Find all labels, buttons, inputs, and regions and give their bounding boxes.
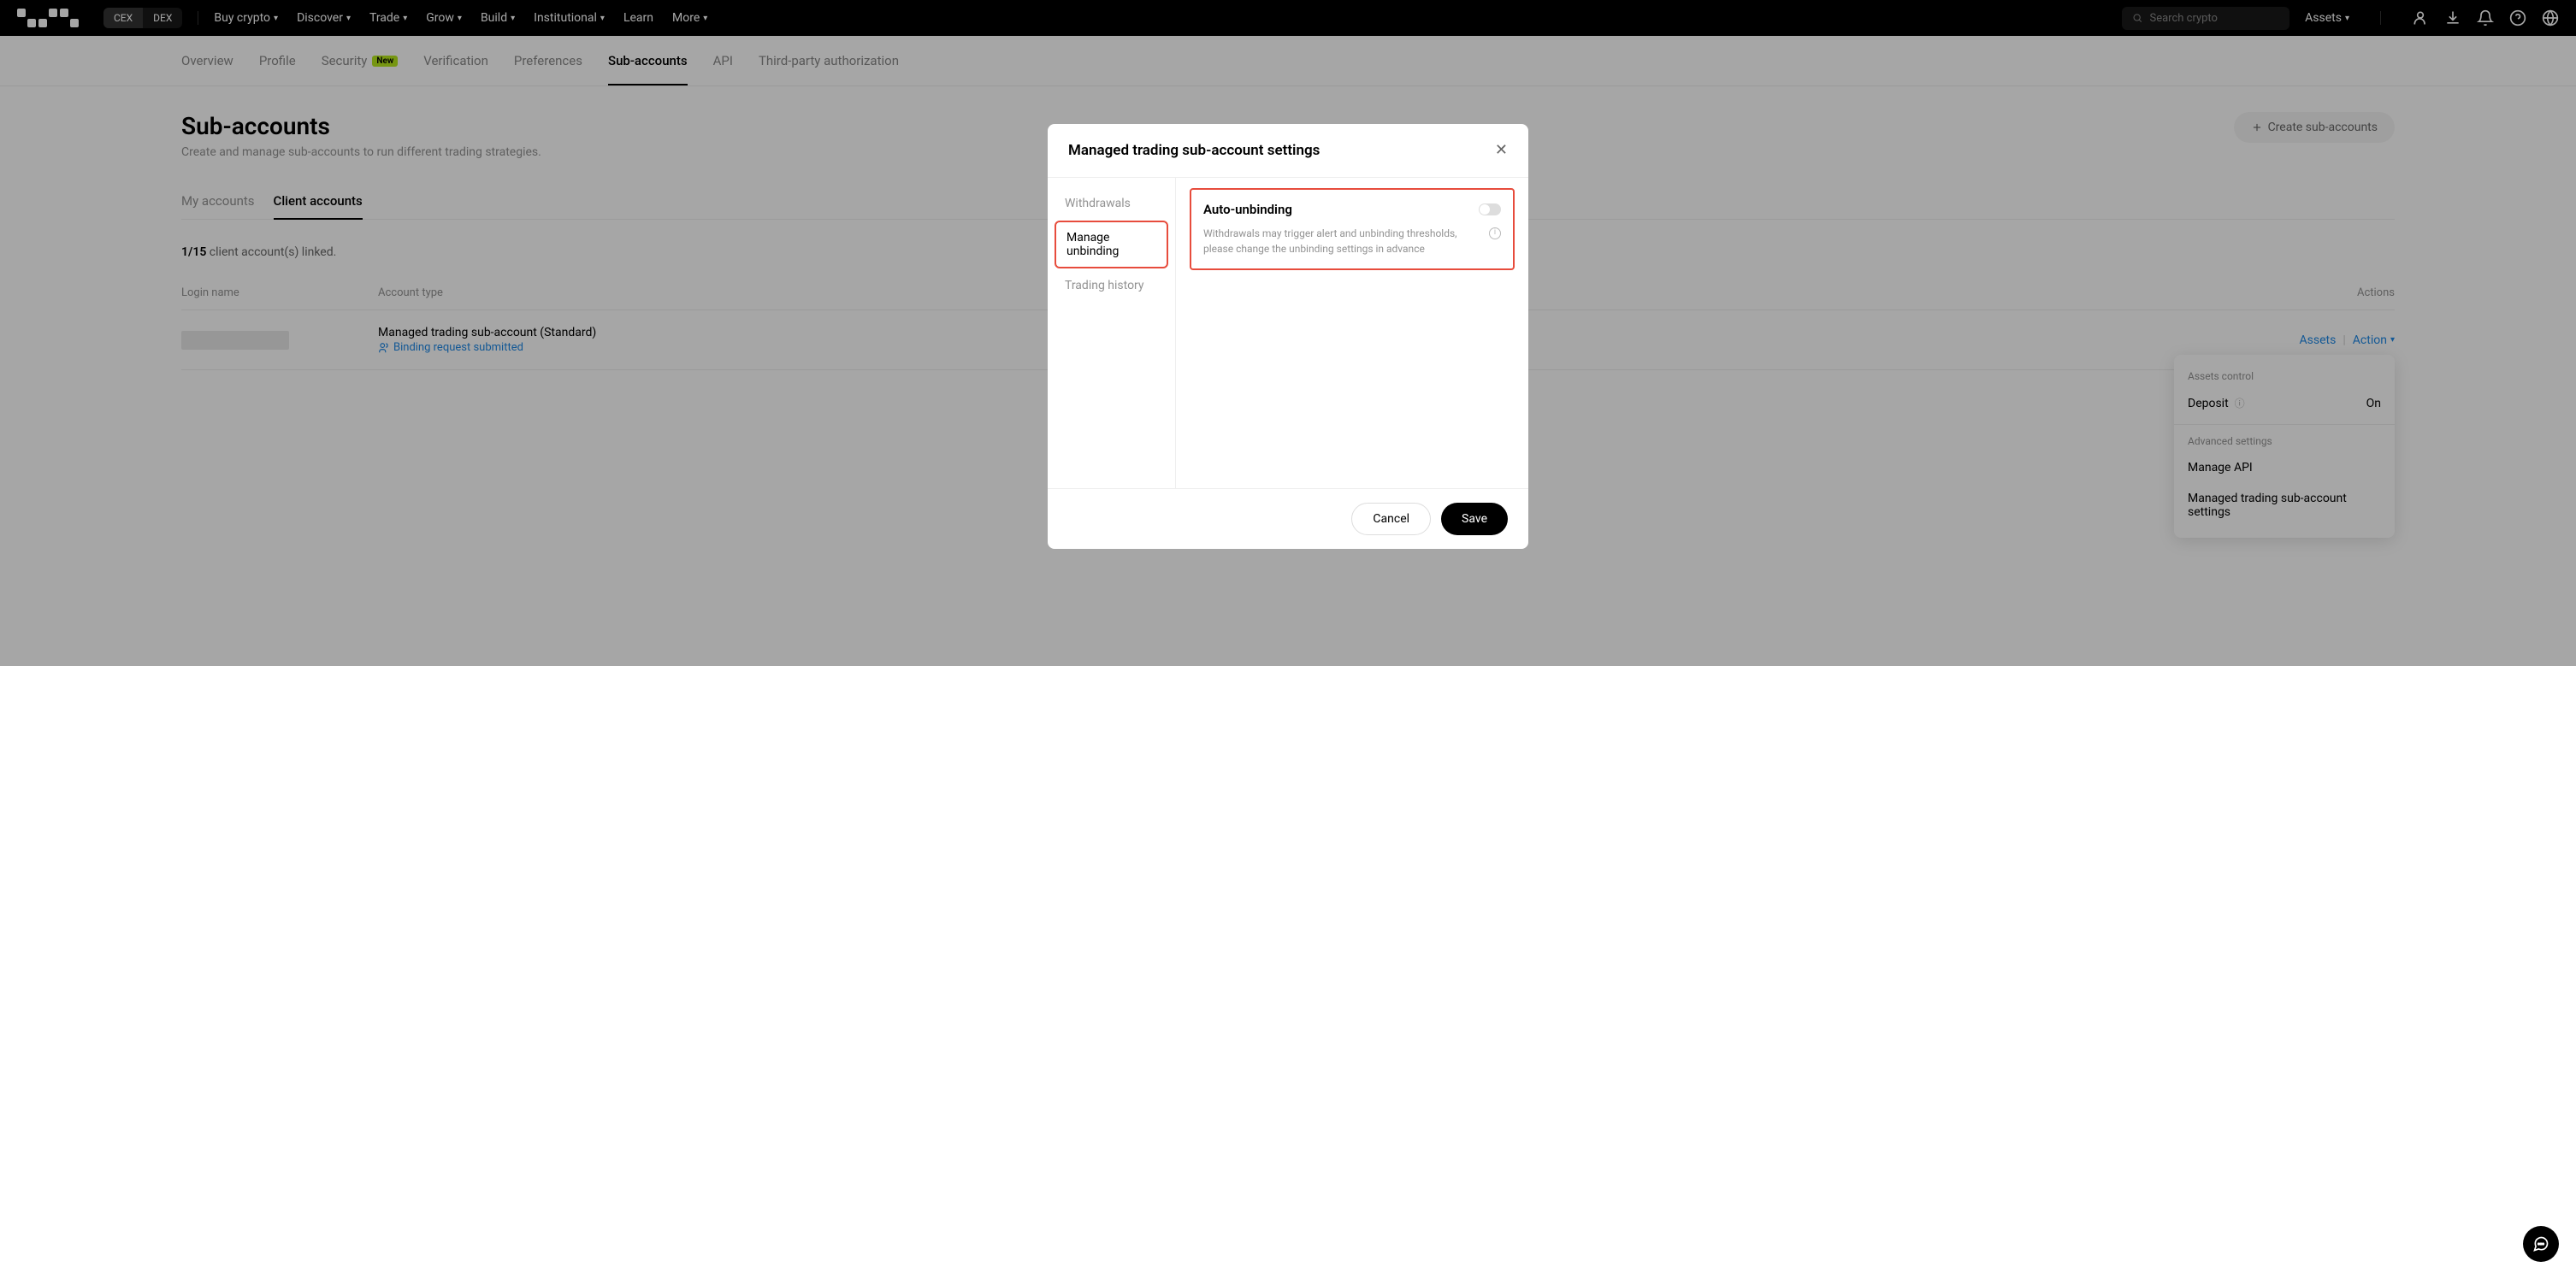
side-withdrawals[interactable]: Withdrawals — [1055, 188, 1168, 219]
side-manage-unbinding[interactable]: Manage unbinding — [1055, 221, 1168, 268]
modal-title: Managed trading sub-account settings — [1068, 142, 1320, 159]
close-icon[interactable]: ✕ — [1495, 141, 1508, 159]
auto-unbinding-toggle[interactable] — [1479, 203, 1501, 215]
auto-unbinding-panel: Auto-unbinding Withdrawals may trigger a… — [1190, 188, 1515, 270]
side-trading-history[interactable]: Trading history — [1055, 270, 1168, 301]
auto-unbinding-title: Auto-unbinding — [1203, 202, 1292, 217]
modal: Managed trading sub-account settings ✕ W… — [1048, 124, 1528, 549]
auto-unbinding-description: Withdrawals may trigger alert and unbind… — [1203, 226, 1482, 256]
chat-fab[interactable] — [2523, 1226, 2559, 1262]
chat-icon — [2532, 1235, 2549, 1252]
cancel-button[interactable]: Cancel — [1351, 503, 1431, 535]
save-button[interactable]: Save — [1441, 503, 1508, 535]
info-icon[interactable]: i — [1489, 227, 1501, 239]
